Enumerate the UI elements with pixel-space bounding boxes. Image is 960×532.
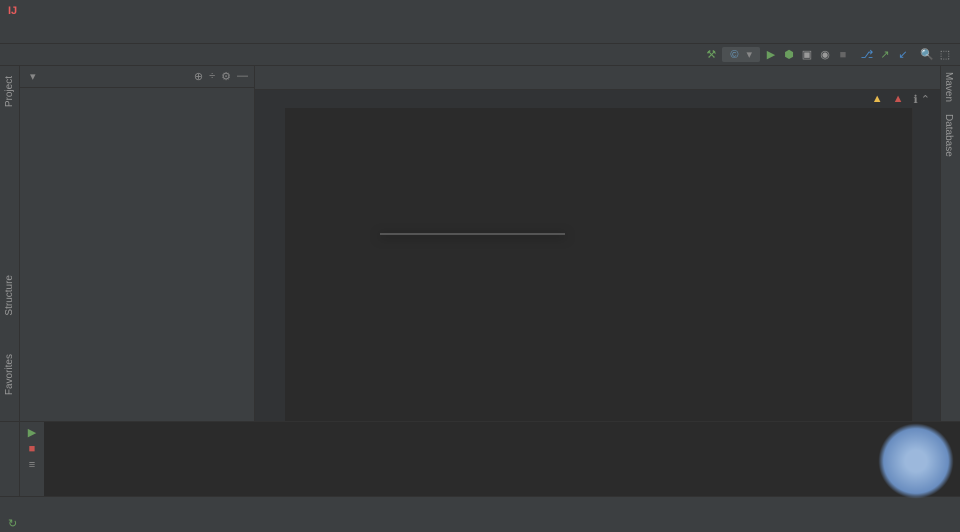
select-opened-icon[interactable]: ⊕: [194, 70, 203, 83]
profile-icon[interactable]: ◉: [818, 48, 832, 62]
stop-icon[interactable]: ■: [836, 48, 850, 62]
rerun-icon[interactable]: ▶: [28, 426, 36, 439]
app-icon: IJ: [8, 5, 17, 17]
hide-icon[interactable]: —: [237, 70, 248, 83]
warnings-badge[interactable]: ▲: [872, 93, 883, 105]
editor-tabs: [255, 66, 940, 90]
context-menu: [380, 233, 565, 235]
git-push-icon[interactable]: ↗: [878, 48, 892, 62]
run-icon[interactable]: ▶: [764, 48, 778, 62]
mascot-overlay[interactable]: [878, 423, 954, 499]
collapse-all-icon[interactable]: ⚙: [221, 70, 231, 83]
settings-icon[interactable]: ⬚: [938, 48, 952, 62]
project-tool-tab[interactable]: Project: [3, 72, 16, 111]
git-status-icon[interactable]: ↻: [8, 517, 17, 530]
statusbar: ↻: [0, 514, 960, 532]
right-tool-gutter: Maven Database: [940, 66, 960, 421]
inspection-icon[interactable]: ℹ ⌃: [914, 93, 930, 106]
stop-run-icon[interactable]: ■: [29, 443, 36, 455]
maven-tool-tab[interactable]: Maven: [941, 66, 956, 108]
project-tree[interactable]: [20, 88, 254, 421]
project-panel: ▾ ⊕ ÷ ⚙ —: [20, 66, 255, 421]
editor[interactable]: [255, 108, 940, 421]
menubar: [0, 22, 960, 44]
editor-area: ▲ ▲ ℹ ⌃: [255, 66, 940, 421]
git-icon[interactable]: ⎇: [860, 48, 874, 62]
favorites-tool-tab[interactable]: Favorites: [3, 350, 16, 399]
hammer-icon[interactable]: ⚒: [704, 48, 718, 62]
bottom-tool-tabs: [0, 496, 960, 514]
structure-tool-tab[interactable]: Structure: [3, 271, 16, 320]
expand-all-icon[interactable]: ÷: [209, 70, 215, 83]
search-icon[interactable]: 🔍: [920, 48, 934, 62]
run-panel: ▶ ■ ≡ Run: ▶: [0, 421, 960, 496]
run-config-selector[interactable]: © ▾: [722, 47, 760, 62]
debug-icon[interactable]: ⬢: [782, 48, 796, 62]
coverage-icon[interactable]: ▣: [800, 48, 814, 62]
titlebar: IJ: [0, 0, 960, 22]
git-update-icon[interactable]: ↙: [896, 48, 910, 62]
errors-badge[interactable]: ▲: [893, 93, 904, 105]
database-tool-tab[interactable]: Database: [941, 108, 956, 163]
layout-icon[interactable]: ≡: [29, 459, 35, 471]
minimap[interactable]: [912, 108, 940, 421]
navbar: ⚒ © ▾ ▶ ⬢ ▣ ◉ ■ ⎇ ↗ ↙ 🔍 ⬚: [0, 44, 960, 66]
left-tool-gutter: Project Structure Favorites: [0, 66, 20, 421]
